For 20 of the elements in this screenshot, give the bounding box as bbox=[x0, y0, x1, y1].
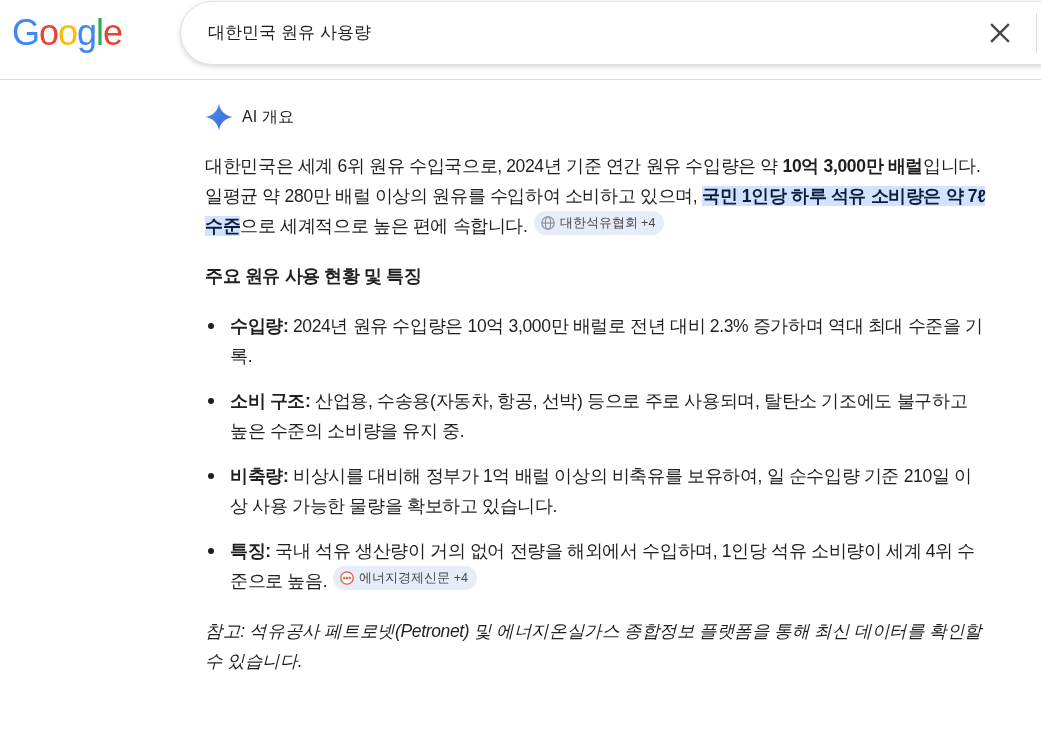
summary-paragraph: 대한민국은 세계 6위 원유 수입국으로, 2024년 기준 연간 원유 수입량은 약 10억 3,000만 배럴입니다. 일평균 약 280만 배럴 이상의 원유를 수입하여 소비하고 있으며, 국민 1인당 하루 석유 소비량은 약 7ℓ 수준으로 세계적으로 높은 편에 속합니다. 대한석유협회 +4 bbox=[205, 155, 987, 238]
list-item-text: 비축량: 비상시를 대비해 정부가 1억 배럴 이상의 비축유를 보유하여, 일 순수입량 기준 210일 이상 사용 가능한 물량을 확보하고 있습니다. bbox=[230, 465, 973, 518]
section-heading: 주요 원유 사용 현황 및 특징 bbox=[205, 265, 423, 288]
bullet-icon bbox=[208, 548, 214, 554]
list-item-text: 소비 구조: 산업용, 수송용(자동차, 항공, 선박) 등으로 주로 사용되며, 탈탄소 기조에도 불구하고 높은 수준의 소비량을 유지 중. bbox=[230, 390, 969, 443]
source-chip[interactable]: 에너지경제신문 +4 bbox=[333, 566, 477, 590]
globe-icon bbox=[540, 216, 555, 230]
note-text: 참고: 석유공사 페트로넷(Petronet) 및 에너지온실가스 종합정보 플랫폼을 통해 최신 데이터를 확인할 수 있습니다. bbox=[205, 620, 985, 673]
list-item-text: 특징: 국내 석유 생산량이 거의 없어 전량을 해외에서 수입하며, 1인당 석유 소비량이 세계 4위 수준으로 높음. 에너지경제신문 +4 bbox=[230, 540, 976, 593]
bullet-icon bbox=[208, 398, 214, 404]
round-logo-icon bbox=[340, 571, 355, 585]
close-icon bbox=[990, 22, 1011, 43]
list-item-text: 수입량: 2024년 원유 수입량은 10억 3,000만 배럴로 전년 대비 2.3% 증가하며 역대 최대 수준을 기록. bbox=[230, 315, 984, 368]
bullet-icon bbox=[208, 473, 214, 479]
sparkle-icon bbox=[205, 103, 233, 131]
logo[interactable]: Google bbox=[12, 12, 123, 53]
source-chip[interactable]: 대한석유협회 +4 bbox=[533, 211, 665, 235]
search-field[interactable]: 대한민국 원유 사용량 bbox=[180, 0, 1041, 65]
bullet-icon bbox=[208, 323, 214, 329]
ai-overview-title: AI 개요 bbox=[242, 106, 294, 127]
